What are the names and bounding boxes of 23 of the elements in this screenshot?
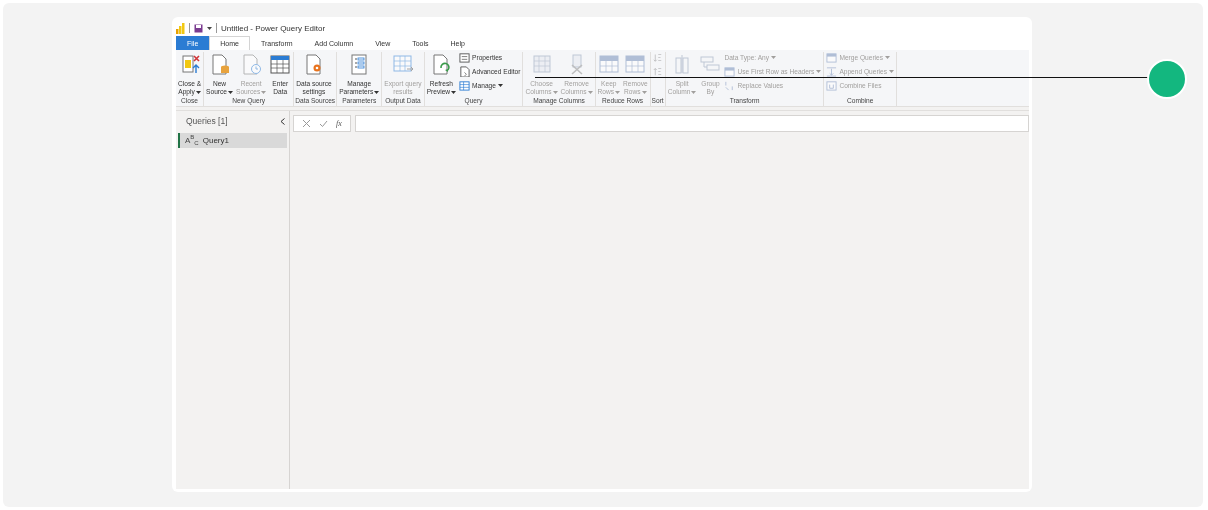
- pane-title: Queries [1]: [186, 116, 228, 126]
- document-clock-icon: [240, 53, 263, 75]
- fx-label[interactable]: fx: [336, 119, 342, 128]
- checkmark-icon[interactable]: [319, 119, 328, 128]
- caret-icon[interactable]: [207, 26, 212, 30]
- chevron-left-icon[interactable]: [280, 117, 285, 125]
- query-item[interactable]: A$^{B}$$_{C}$ Query1: [178, 133, 287, 148]
- window-title: Untitled - Power Query Editor: [221, 23, 326, 33]
- document-icon: [459, 65, 471, 77]
- table-export-icon: [391, 53, 414, 75]
- table-header-icon: [724, 65, 736, 77]
- close-icon[interactable]: [302, 119, 311, 128]
- save-icon[interactable]: [194, 23, 203, 33]
- columns-icon: [530, 53, 553, 75]
- query-name: Query1: [202, 136, 229, 145]
- document-refresh-icon: [430, 53, 453, 75]
- table-icon: [269, 53, 292, 75]
- formula-input[interactable]: [354, 115, 1029, 132]
- sort-ascending-icon: [652, 52, 662, 62]
- sort-descending-icon: [652, 66, 662, 76]
- bar-chart-icon: [176, 22, 185, 34]
- marker-dot: [1147, 59, 1187, 99]
- table-icon: [459, 79, 471, 91]
